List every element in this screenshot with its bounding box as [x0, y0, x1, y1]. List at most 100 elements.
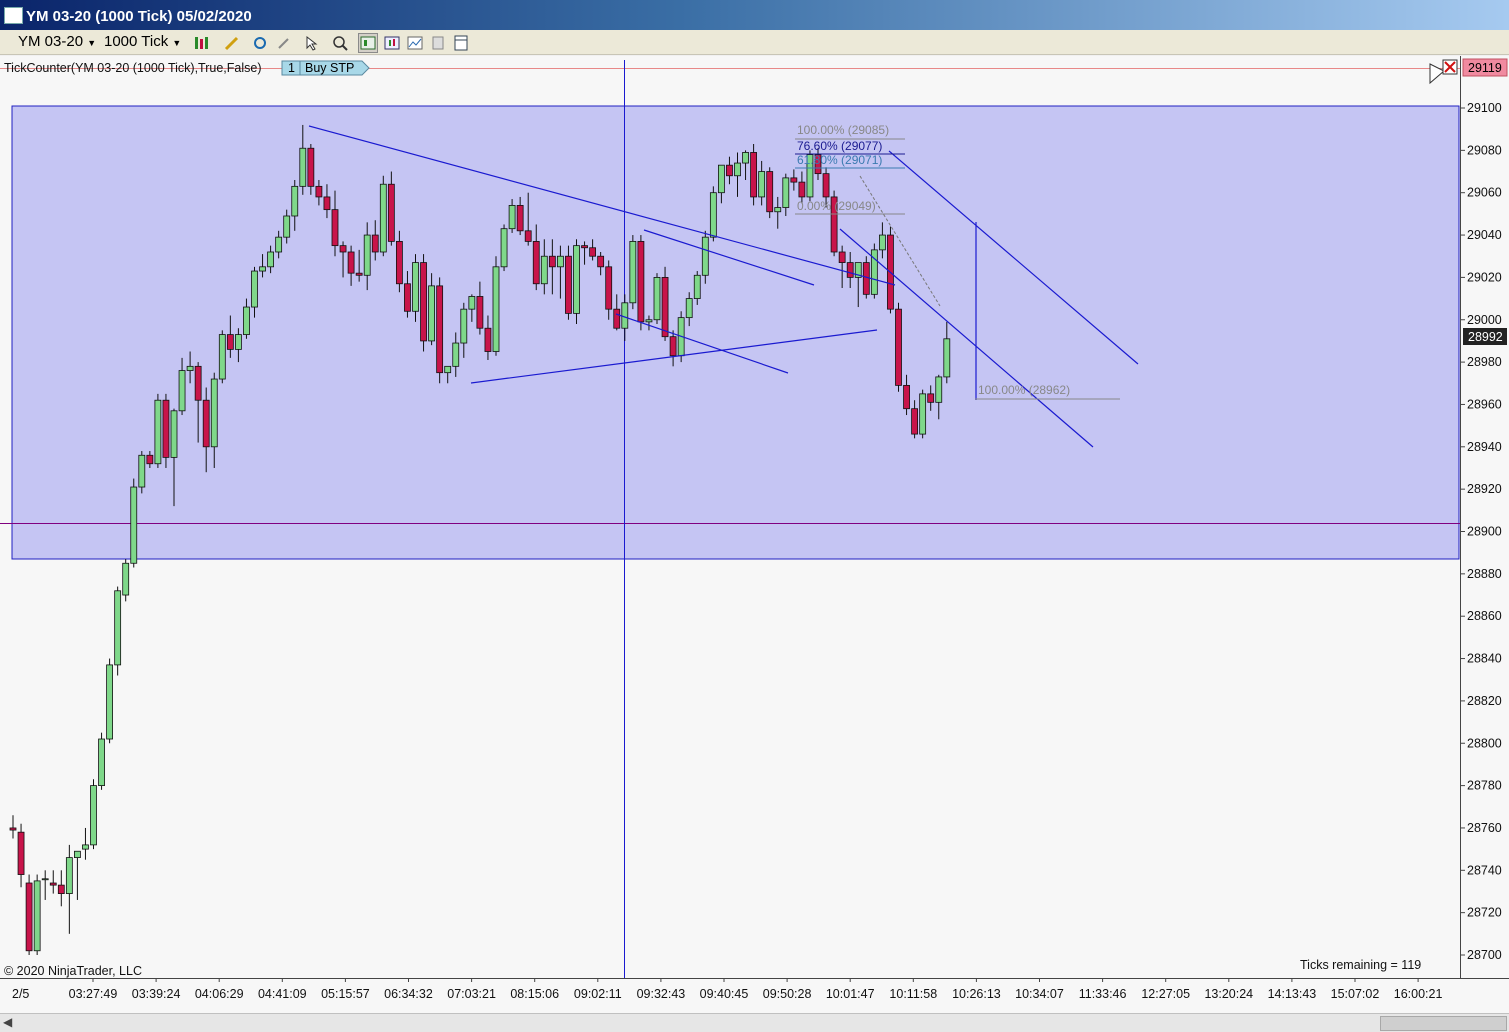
candle-body — [613, 308, 621, 329]
candle-body — [685, 298, 693, 319]
candle-body — [838, 251, 846, 263]
crosshair-icon[interactable] — [250, 33, 270, 53]
price-label: 28760 — [1467, 821, 1502, 835]
price-label: 29060 — [1467, 186, 1502, 200]
instrument-selector[interactable]: YM 03-20 ▼ — [18, 33, 96, 51]
candle-body — [130, 486, 138, 564]
candle — [436, 277, 444, 384]
candle-body — [669, 336, 677, 357]
interval-label: 1000 Tick — [104, 33, 169, 50]
candle-body — [122, 562, 130, 596]
candle-body — [194, 365, 202, 401]
chevron-down-icon: ▼ — [87, 38, 97, 48]
indicator-label: TickCounter(YM 03-20 (1000 Tick),True,Fa… — [4, 61, 262, 75]
price-label: 28940 — [1467, 440, 1502, 454]
candle-body — [428, 285, 436, 342]
price-label: 28780 — [1467, 779, 1502, 793]
candle-body — [412, 262, 419, 312]
time-label: 09:50:28 — [763, 987, 812, 1001]
horizontal-scrollbar[interactable]: ◀ — [0, 1013, 1509, 1032]
candle-body — [355, 272, 363, 276]
time-label: 14:13:43 — [1268, 987, 1317, 1001]
candle-body — [758, 171, 766, 198]
candle-body — [82, 844, 89, 850]
price-label: 28980 — [1467, 355, 1502, 369]
candle-body — [548, 255, 556, 268]
zoom-icon[interactable] — [330, 33, 350, 53]
candle-body — [774, 207, 782, 213]
candle-body — [629, 241, 637, 304]
candle-body — [516, 205, 524, 232]
cursor-icon[interactable] — [302, 33, 322, 53]
properties-icon[interactable] — [428, 33, 448, 53]
price-label: 28860 — [1467, 609, 1502, 623]
candle-body — [903, 384, 910, 410]
candle-body — [581, 245, 588, 249]
ticks-remaining-text: Ticks remaining = 119 — [1300, 958, 1421, 972]
candle-body — [500, 228, 508, 268]
bar-type-icon[interactable] — [191, 33, 211, 53]
candle-body — [484, 327, 492, 352]
candle-body — [17, 831, 25, 875]
last-price-value: 28992 — [1468, 330, 1503, 344]
candle-body — [645, 319, 653, 323]
candle-body — [573, 245, 580, 314]
candle-body — [243, 306, 250, 335]
candle-body — [557, 255, 564, 268]
price-label: 28920 — [1467, 482, 1502, 496]
candle-body — [371, 234, 379, 253]
candle-body — [283, 215, 291, 238]
time-label: 04:41:09 — [258, 987, 307, 1001]
candle — [162, 393, 170, 468]
data-box-icon[interactable] — [451, 33, 471, 53]
candle-body — [862, 262, 870, 295]
candle — [90, 779, 97, 850]
candle-body — [251, 270, 258, 308]
chart-trader-icon[interactable] — [358, 33, 378, 53]
scroll-left-icon[interactable]: ◀ — [3, 1015, 12, 1029]
candle-body — [621, 302, 629, 329]
candle-body — [404, 283, 411, 312]
candle-body — [395, 241, 403, 285]
strategies-icon[interactable] — [405, 33, 425, 53]
pin-icon[interactable] — [274, 33, 294, 53]
interval-selector[interactable]: 1000 Tick ▼ — [104, 33, 181, 51]
scrollbar-thumb[interactable] — [1380, 1016, 1507, 1031]
candle-body — [331, 209, 339, 247]
candle-body — [114, 590, 122, 666]
fib-level-label: 100.00% (28962) — [978, 383, 1070, 397]
price-label: 28840 — [1467, 652, 1502, 666]
candle-body — [315, 185, 323, 198]
candle-body — [597, 255, 605, 268]
candle-body — [379, 183, 387, 253]
candle-body — [524, 230, 532, 242]
pencil-draw-icon[interactable] — [222, 33, 242, 53]
time-label: 06:34:32 — [384, 987, 433, 1001]
buy-stop-order-tag[interactable]: 1 Buy STP — [281, 60, 370, 76]
candle-body — [895, 308, 902, 386]
candle-body — [661, 276, 669, 338]
candle-body — [436, 285, 444, 374]
candle-body — [347, 251, 355, 274]
candle-body — [339, 245, 347, 253]
price-label: 28700 — [1467, 948, 1502, 962]
price-chart-canvas[interactable]: 29100 29080 29060 29040 29020 29000 28980 28960… — [0, 56, 1509, 1015]
price-label: 29020 — [1467, 270, 1502, 284]
candle-body — [492, 266, 500, 352]
candle-body — [734, 162, 741, 177]
candle-body — [589, 247, 596, 257]
window-titlebar: YM 03-20 (1000 Tick) 05/02/2020 — [0, 0, 1509, 30]
price-label: 29000 — [1467, 313, 1502, 327]
candle — [130, 478, 138, 568]
candle-body — [202, 399, 210, 448]
candle-body — [468, 296, 476, 310]
price-label: 28960 — [1467, 397, 1502, 411]
candle-body — [637, 241, 645, 323]
price-label: 28740 — [1467, 863, 1502, 877]
price-chart[interactable]: 29100 29080 29060 29040 29020 29000 28980 28960… — [0, 56, 1509, 1015]
time-label: 05:15:57 — [321, 987, 370, 1001]
candle-body — [259, 266, 266, 272]
indicators-icon[interactable] — [382, 33, 402, 53]
candle-body — [782, 177, 790, 208]
price-label: 28880 — [1467, 567, 1502, 581]
